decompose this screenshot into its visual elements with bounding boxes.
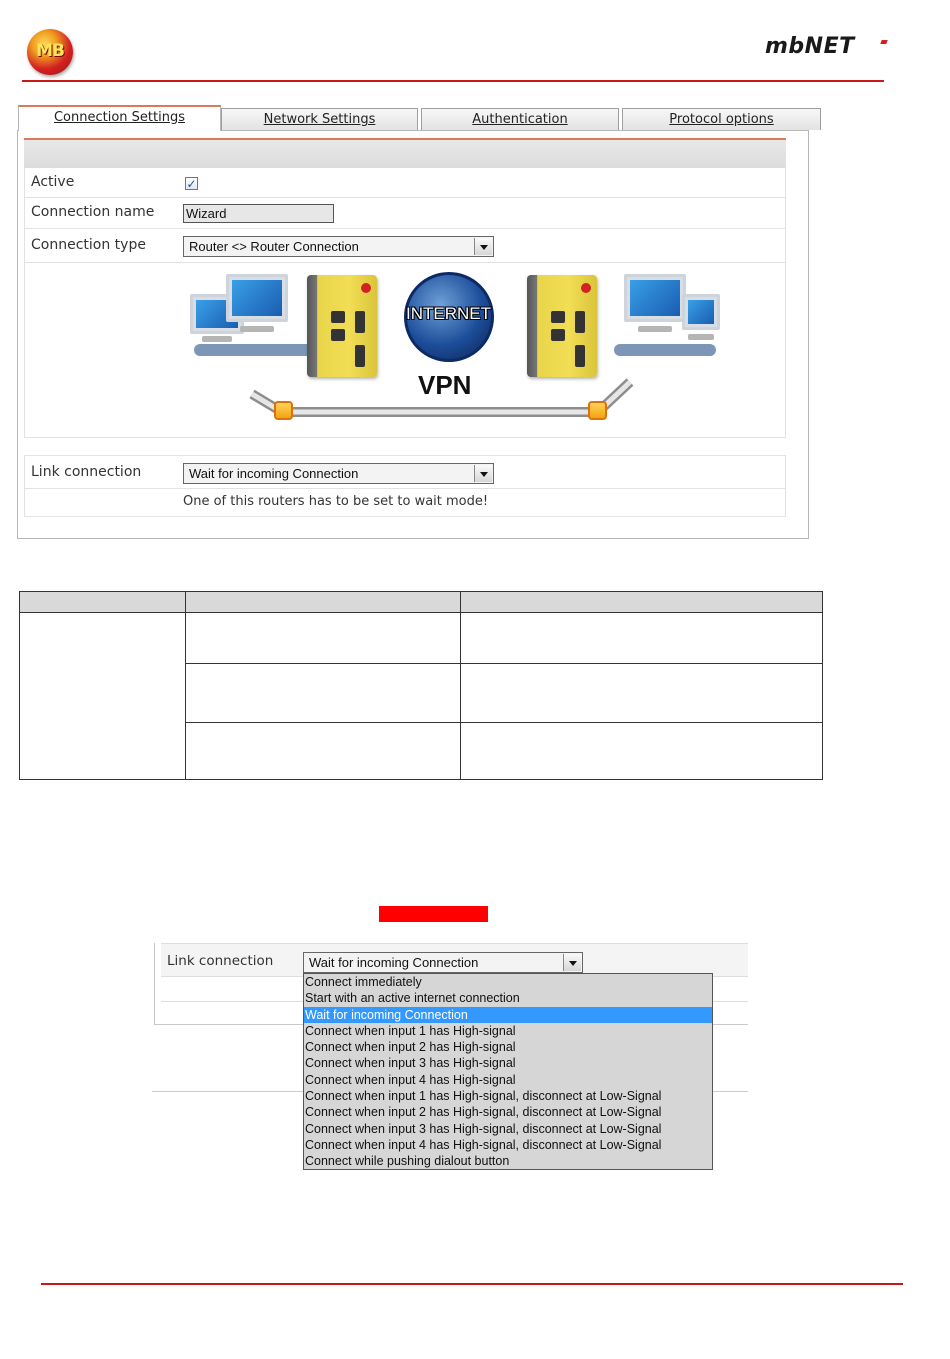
dropdown-option[interactable]: Connect when input 2 has High-signal, di… [304,1104,712,1120]
dropdown-option[interactable]: Connect when input 2 has High-signal [304,1039,712,1055]
connection-type-value: Router <> Router Connection [189,239,359,254]
right-computer-1-icon [624,274,686,322]
options-table [19,591,823,780]
footer-divider [41,1283,903,1285]
row-connection-type: Connection type Router <> Router Connect… [24,229,786,263]
shot-link-connection-value: Wait for incoming Connection [309,955,479,970]
table-header-cell [19,591,186,613]
tab-authentication[interactable]: Authentication [421,108,619,130]
section-header [24,138,786,168]
vpn-diagram: INTERNET VPN [190,272,730,427]
header-divider [22,80,884,82]
row-note: One of this routers has to be set to wai… [24,489,786,517]
mb-logo: MB [27,29,73,75]
table-header-cell [185,591,461,613]
dropdown-option[interactable]: Connect when input 4 has High-signal [304,1072,712,1088]
dropdown-option[interactable]: Start with an active internet connection [304,990,712,1006]
mbnet-logo-mark [880,40,888,44]
table-cell [185,663,461,723]
right-computer-2-base [688,334,714,340]
dropdown-option[interactable]: Connect when input 1 has High-signal, di… [304,1088,712,1104]
table-cell [185,722,461,780]
highlight-bar [379,906,488,922]
table-cell [460,663,823,723]
connection-name-label: Connection name [31,204,155,220]
router-badge [361,283,371,293]
connection-name-input[interactable]: Wizard [183,204,334,223]
active-label: Active [31,174,75,190]
dropdown-option-selected[interactable]: Wait for incoming Connection [304,1006,712,1023]
chevron-down-icon[interactable] [563,954,581,971]
tab-protocol-options[interactable]: Protocol options [622,108,821,130]
dropdown-option[interactable]: Connect when input 3 has High-signal, di… [304,1121,712,1137]
connection-type-label: Connection type [31,237,146,253]
link-connection-label: Link connection [31,464,142,480]
left-computer-2-icon [226,274,288,322]
vpn-label: VPN [418,370,472,400]
internet-label: INTERNET [406,304,491,323]
dropdown-option[interactable]: Connect while pushing dialout button [304,1153,712,1169]
link-connection-value: Wait for incoming Connection [189,466,359,481]
dropdown-option[interactable]: Connect when input 1 has High-signal [304,1023,712,1039]
table-header-row [19,591,823,613]
table-cell [460,722,823,780]
left-router-device-icon [307,275,377,377]
right-router-device-icon [527,275,597,377]
row-active: Active ✓ [24,168,786,198]
tab-connection-settings[interactable]: Connection Settings [18,105,221,131]
row-connection-name: Connection name Wizard [24,198,786,229]
dropdown-option[interactable]: Connect immediately [304,974,712,990]
chevron-down-icon[interactable] [474,465,492,482]
router-badge [581,283,591,293]
table-row [19,612,823,780]
active-checkbox[interactable]: ✓ [185,177,198,190]
shot-link-connection-select[interactable]: Wait for incoming Connection [303,952,583,973]
table-cell [185,612,461,664]
tab-network-settings[interactable]: Network Settings [221,108,418,130]
row-link-connection: Link connection Wait for incoming Connec… [24,455,786,489]
table-cell [19,612,186,780]
mbnet-logo: mbNET [765,34,855,59]
table-header-cell [460,591,823,613]
link-connection-select[interactable]: Wait for incoming Connection [183,463,494,484]
tunnel-endpoint-left-icon [274,401,293,420]
link-connection-options-list: Connect immediately Start with an active… [303,973,713,1170]
dropdown-option[interactable]: Connect when input 4 has High-signal, di… [304,1137,712,1153]
wait-mode-note: One of this routers has to be set to wai… [183,494,489,509]
right-computer-2-icon [682,294,720,330]
tunnel-endpoint-right-icon [588,401,607,420]
table-cell [460,612,823,664]
dropdown-option[interactable]: Connect when input 3 has High-signal [304,1055,712,1071]
connection-type-select[interactable]: Router <> Router Connection [183,236,494,257]
right-computer-1-base [638,326,672,332]
chevron-down-icon[interactable] [474,238,492,255]
shot-link-connection-label: Link connection [167,953,274,969]
